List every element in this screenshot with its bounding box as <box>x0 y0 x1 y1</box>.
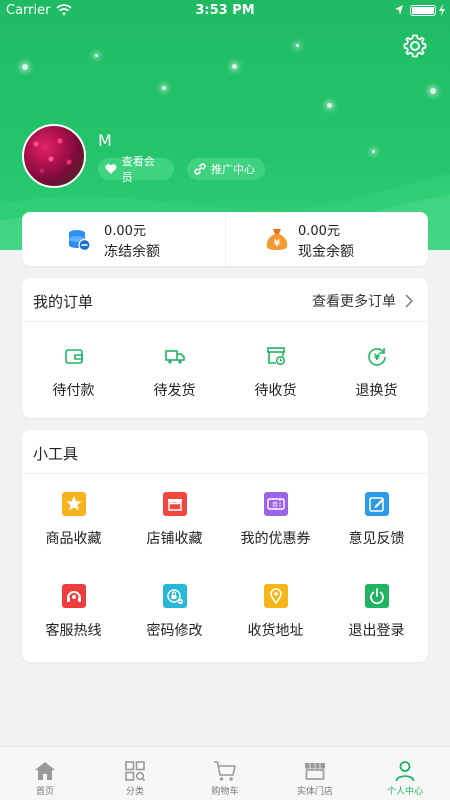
link-icon <box>194 163 206 175</box>
tab-category-label: 分类 <box>125 787 144 797</box>
star-icon <box>61 492 86 516</box>
edit-icon <box>364 492 389 516</box>
tool-feedback-label: 意见反馈 <box>348 531 405 547</box>
tab-category[interactable]: 分类 <box>90 747 180 800</box>
tool-customer-service[interactable]: 客服热线 <box>23 584 124 640</box>
cash-balance-label: 现金余额 <box>298 244 354 260</box>
wallet-icon <box>64 349 83 364</box>
order-pending-shipment-label: 待发货 <box>153 383 196 399</box>
tool-product-favorites-label: 商品收藏 <box>45 531 102 547</box>
tool-change-password-label: 密码修改 <box>146 623 203 639</box>
truck-icon <box>164 350 185 364</box>
tool-store-favorites-label: 店铺收藏 <box>146 531 203 547</box>
avatar[interactable] <box>22 124 86 188</box>
coupon-icon: 券 <box>263 492 288 516</box>
bottom-tab-bar: 首页 分类 购物车 实体门店 个人中心 <box>0 746 450 800</box>
tool-shipping-address-label: 收货地址 <box>247 623 304 639</box>
store-icon <box>162 492 187 516</box>
tab-home[interactable]: 首页 <box>0 747 90 800</box>
sparkle-decoration <box>95 54 98 57</box>
frozen-balance[interactable]: 0.00元 冻结余额 <box>22 212 225 266</box>
sparkle-decoration <box>430 88 436 94</box>
svg-text:券: 券 <box>271 501 277 509</box>
view-membership-label: 查看会员 <box>121 155 155 184</box>
order-returns[interactable]: ¥ 退换货 <box>326 344 427 400</box>
my-orders-card: 我的订单 查看更多订单 待付款 待发货 待收货 ¥ 退换货 <box>22 278 428 418</box>
refund-icon: ¥ <box>367 348 386 366</box>
money-bag-icon: ¥ <box>266 229 288 250</box>
tab-personal-center[interactable]: 个人中心 <box>360 747 450 800</box>
sparkle-decoration <box>22 64 28 70</box>
storefront-icon <box>305 763 325 780</box>
my-orders-title: 我的订单 <box>33 293 94 311</box>
tools-card: 小工具 商品收藏 店铺收藏 券 我的优惠券 意见反馈 客服热线 密码修改 收货地… <box>22 430 428 662</box>
package-clock-icon <box>266 347 285 366</box>
tool-my-coupons[interactable]: 券 我的优惠券 <box>225 492 326 548</box>
clock: 3:53 PM <box>195 3 255 18</box>
view-more-orders-link[interactable]: 查看更多订单 <box>312 291 414 311</box>
tool-product-favorites[interactable]: 商品收藏 <box>23 492 124 548</box>
tools-title: 小工具 <box>33 445 79 463</box>
tool-customer-service-label: 客服热线 <box>45 623 102 639</box>
username: M <box>98 131 112 150</box>
tool-feedback[interactable]: 意见反馈 <box>326 492 427 548</box>
tool-shipping-address[interactable]: 收货地址 <box>225 584 326 640</box>
sparkle-decoration <box>327 103 332 108</box>
location-icon <box>263 584 288 608</box>
category-icon <box>125 761 146 782</box>
order-pending-payment-label: 待付款 <box>52 383 95 399</box>
my-orders-header: 我的订单 查看更多订单 <box>22 278 428 322</box>
heart-icon <box>105 164 117 174</box>
user-icon <box>395 761 415 782</box>
power-icon <box>364 584 389 608</box>
chevron-right-icon <box>405 294 414 308</box>
tool-store-favorites[interactable]: 店铺收藏 <box>124 492 225 548</box>
tab-cart[interactable]: 购物车 <box>180 747 270 800</box>
tools-header: 小工具 <box>22 430 428 474</box>
sparkle-decoration <box>232 64 237 69</box>
svg-text:¥: ¥ <box>373 353 380 363</box>
order-pending-receipt-label: 待收货 <box>254 383 297 399</box>
view-more-orders-label: 查看更多订单 <box>312 294 396 310</box>
tab-physical-stores[interactable]: 实体门店 <box>270 747 360 800</box>
promotion-center-label: 推广中心 <box>211 163 255 176</box>
sparkle-decoration <box>372 150 375 153</box>
settings-gear-icon[interactable] <box>402 33 428 59</box>
balance-card: 0.00元 冻结余额 ¥ 0.00元 现金余额 <box>22 212 428 266</box>
order-pending-payment[interactable]: 待付款 <box>23 344 124 400</box>
status-bar: Carrier 3:53 PM <box>0 0 450 22</box>
charging-bolt-icon <box>439 4 445 16</box>
tool-change-password[interactable]: 密码修改 <box>124 584 225 640</box>
home-icon <box>35 762 55 780</box>
tool-logout-label: 退出登录 <box>348 623 405 639</box>
cart-icon <box>214 761 236 781</box>
lock-icon <box>162 584 187 608</box>
svg-text:¥: ¥ <box>274 239 281 249</box>
coins-stack-icon <box>69 230 91 252</box>
frozen-balance-amount: 0.00元 <box>104 224 146 239</box>
order-returns-label: 退换货 <box>355 383 398 399</box>
promotion-center-button[interactable]: 推广中心 <box>187 158 265 180</box>
tool-logout[interactable]: 退出登录 <box>326 584 427 640</box>
cash-balance-amount: 0.00元 <box>298 224 340 239</box>
sparkle-decoration <box>162 86 166 90</box>
view-membership-button[interactable]: 查看会员 <box>98 155 174 184</box>
tab-cart-label: 购物车 <box>211 787 239 797</box>
battery-icon <box>410 5 436 16</box>
tab-personal-center-label: 个人中心 <box>386 787 423 797</box>
headset-icon <box>61 584 86 608</box>
tab-home-label: 首页 <box>35 787 54 797</box>
order-pending-shipment[interactable]: 待发货 <box>124 344 225 400</box>
order-pending-receipt[interactable]: 待收货 <box>225 344 326 400</box>
sparkle-decoration <box>296 44 299 47</box>
frozen-balance-label: 冻结余额 <box>104 244 160 260</box>
tool-my-coupons-label: 我的优惠券 <box>240 531 311 547</box>
tab-physical-stores-label: 实体门店 <box>296 787 333 797</box>
location-arrow-icon <box>395 5 403 15</box>
cash-balance[interactable]: ¥ 0.00元 现金余额 <box>226 212 428 266</box>
